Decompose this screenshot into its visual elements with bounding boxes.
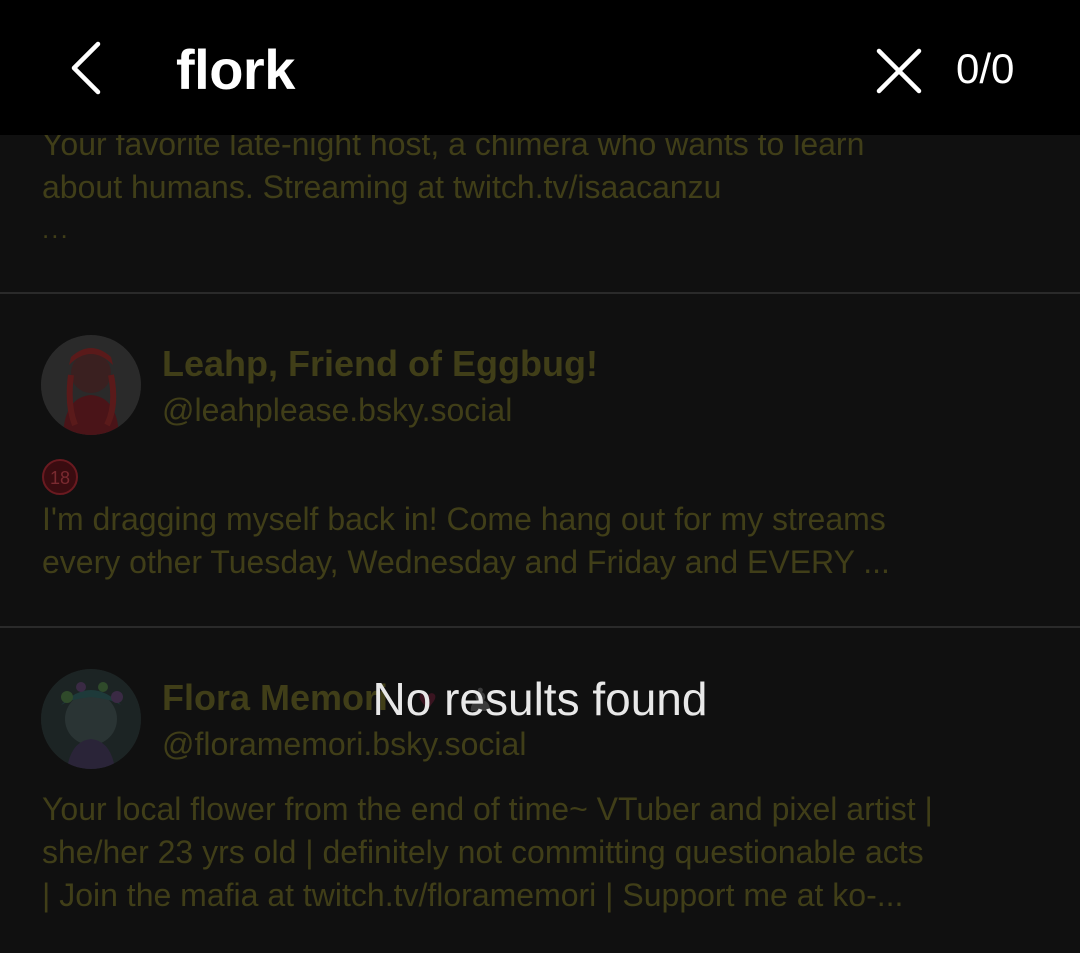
- profile-bio-line: about humans. Streaming at twitch.tv/isa…: [42, 169, 722, 205]
- adult-content-label: 18: [50, 468, 70, 488]
- profile-bio-line: every other Tuesday, Wednesday and Frida…: [42, 544, 890, 580]
- profile-bio-line: I'm dragging myself back in! Come hang o…: [42, 501, 886, 537]
- profile-bio-line: she/her 23 yrs old | definitely not comm…: [42, 834, 924, 870]
- profile-handle: @leahplease.bsky.social: [162, 392, 513, 428]
- no-results-message: No results found: [372, 673, 708, 725]
- profile-list: Your favorite late-night host, a chimera…: [0, 0, 1080, 953]
- match-counter: 0/0: [956, 45, 1015, 92]
- find-query-text[interactable]: flork: [176, 38, 295, 102]
- profile-handle: @floramemori.bsky.social: [162, 726, 527, 762]
- close-icon: [876, 48, 922, 94]
- chevron-left-icon: [71, 41, 101, 95]
- avatar[interactable]: [41, 335, 141, 435]
- profile-display-name: Leahp, Friend of Eggbug!: [162, 343, 598, 384]
- profile-bio-line: Your local flower from the end of time~ …: [42, 791, 933, 827]
- find-in-page-screen: Your favorite late-night host, a chimera…: [0, 0, 1080, 953]
- profile-card[interactable]: Leahp, Friend of Eggbug! @leahplease.bsk…: [0, 294, 1080, 626]
- back-button[interactable]: [56, 36, 120, 100]
- find-in-page-bar: flork 0/0: [0, 0, 1080, 135]
- adult-content-icon: 18: [41, 458, 79, 496]
- avatar-image: [41, 335, 141, 435]
- bio-more-indicator: ...: [42, 214, 70, 244]
- profile-bio-line: | Join the mafia at twitch.tv/floramemor…: [42, 877, 904, 913]
- clear-search-button[interactable]: [868, 40, 930, 102]
